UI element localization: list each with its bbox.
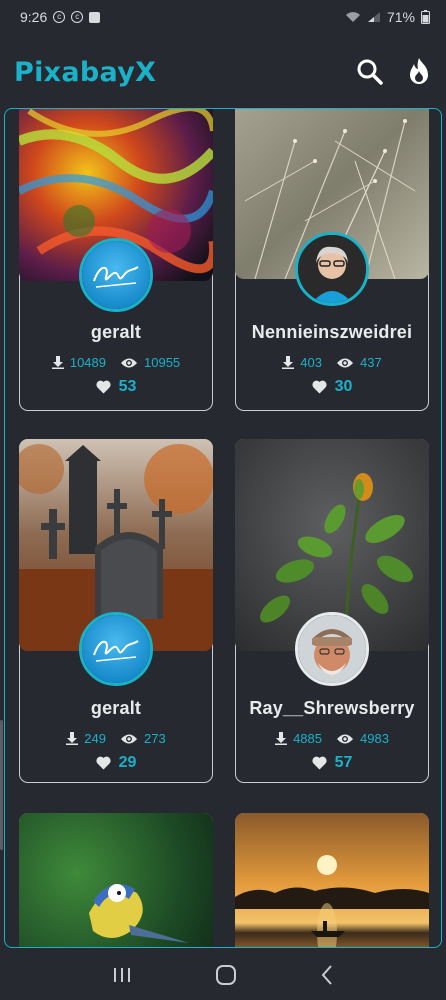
heart-icon (96, 380, 111, 394)
card-username[interactable]: Ray__Shrewsberry (236, 698, 428, 719)
eye-icon (337, 734, 353, 743)
downloads-count: 403 (300, 355, 322, 370)
likes-count: 57 (334, 754, 353, 771)
download-icon (51, 356, 64, 369)
card-stats: 10489 10955 (20, 355, 212, 370)
download-icon (282, 356, 295, 369)
likes-count: 30 (334, 378, 353, 395)
card-username[interactable]: Nennieinszweidrei (236, 322, 428, 343)
eye-icon (121, 358, 137, 367)
card-username[interactable]: geralt (20, 698, 212, 719)
card-likes: 53 (20, 378, 212, 396)
card-stats: 4885 4983 (236, 731, 428, 746)
app-title: PixabayX (14, 56, 157, 88)
card-likes: 30 (236, 378, 428, 396)
downloads-stat: 10489 (51, 355, 106, 370)
card-stats: 403 437 (236, 355, 428, 370)
app-actions (356, 57, 432, 87)
status-bar: 9:26 c c 71% (0, 0, 446, 34)
image-card[interactable] (235, 813, 429, 947)
views-stat: 437 (336, 355, 382, 370)
flame-icon[interactable] (406, 57, 432, 87)
avatar[interactable] (79, 238, 153, 312)
downloads-stat: 249 (66, 731, 106, 746)
notification-c-icon: c (53, 11, 66, 23)
downloads-count: 4885 (293, 731, 322, 746)
search-icon[interactable] (356, 58, 384, 86)
image-card[interactable]: Ray__Shrewsberry 4885 4983 57 (235, 439, 429, 783)
edge-handle[interactable] (0, 720, 3, 850)
status-time: 9:26 (20, 9, 48, 25)
heart-icon (312, 380, 327, 394)
image-card[interactable]: Nennieinszweidrei 403 437 30 (235, 109, 429, 411)
views-stat: 10955 (120, 355, 180, 370)
likes-count: 53 (118, 378, 137, 395)
card-likes: 29 (20, 754, 212, 772)
download-icon (66, 732, 79, 745)
views-count: 273 (144, 731, 166, 746)
system-nav-bar (0, 950, 446, 1000)
downloads-stat: 403 (282, 355, 322, 370)
avatar[interactable] (295, 232, 369, 306)
signal-icon (367, 12, 380, 22)
download-icon (275, 732, 288, 745)
wifi-icon (345, 12, 360, 22)
heart-icon (312, 756, 327, 770)
recents-icon[interactable] (111, 966, 133, 984)
likes-count: 29 (118, 754, 137, 771)
battery-percent: 71% (386, 9, 415, 25)
views-count: 4983 (360, 731, 389, 746)
image-card[interactable]: geralt 249 273 29 (19, 439, 213, 783)
heart-icon (96, 756, 111, 770)
eye-icon (121, 734, 137, 743)
status-right: 71% (345, 9, 430, 25)
battery-icon (421, 10, 430, 24)
home-icon[interactable] (215, 964, 237, 986)
status-left: 9:26 c c (20, 9, 101, 25)
downloads-count: 10489 (69, 355, 106, 370)
image-grid[interactable]: geralt 10489 10955 53 Nennieinszweidrei … (4, 108, 442, 948)
app-bar: PixabayX (0, 40, 446, 104)
image-card[interactable] (19, 813, 213, 947)
avatar[interactable] (79, 612, 153, 686)
back-icon[interactable] (319, 964, 335, 986)
card-image[interactable] (19, 813, 213, 947)
notification-image-icon (89, 11, 101, 23)
views-count: 437 (360, 355, 382, 370)
card-username[interactable]: geralt (20, 322, 212, 343)
views-stat: 4983 (336, 731, 389, 746)
notification-c2-icon: c (71, 11, 84, 23)
views-count: 10955 (144, 355, 181, 370)
eye-icon (337, 358, 353, 367)
downloads-stat: 4885 (275, 731, 322, 746)
views-stat: 273 (120, 731, 166, 746)
card-image[interactable] (235, 813, 429, 947)
downloads-count: 249 (84, 731, 106, 746)
card-stats: 249 273 (20, 731, 212, 746)
image-card[interactable]: geralt 10489 10955 53 (19, 109, 213, 411)
avatar[interactable] (295, 612, 369, 686)
card-likes: 57 (236, 754, 428, 772)
